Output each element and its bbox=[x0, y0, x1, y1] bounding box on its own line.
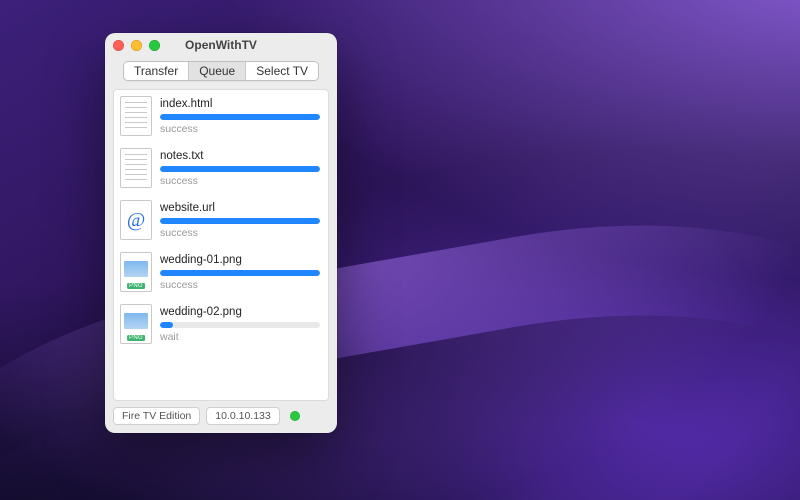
minimize-icon[interactable] bbox=[131, 40, 142, 51]
queue-item[interactable]: PNG wedding-02.png wait bbox=[114, 298, 328, 350]
progress-bar bbox=[160, 218, 320, 224]
queue-list[interactable]: index.html success notes.txt success @ websit… bbox=[114, 90, 328, 400]
progress-bar bbox=[160, 114, 320, 120]
progress-bar bbox=[160, 270, 320, 276]
file-thumbnail-icon bbox=[120, 148, 152, 188]
status-bar: Fire TV Edition 10.0.10.133 bbox=[105, 401, 337, 433]
connection-status-icon bbox=[290, 411, 300, 421]
file-thumbnail-icon: PNG bbox=[120, 304, 152, 344]
file-name: wedding-01.png bbox=[160, 254, 320, 266]
tab-queue[interactable]: Queue bbox=[189, 62, 246, 80]
edition-badge: Fire TV Edition bbox=[113, 407, 200, 425]
transfer-status: wait bbox=[160, 331, 320, 343]
window-title: OpenWithTV bbox=[185, 38, 257, 52]
file-thumbnail-icon: @ bbox=[120, 200, 152, 240]
window-titlebar[interactable]: OpenWithTV bbox=[105, 33, 337, 57]
queue-item[interactable]: index.html success bbox=[114, 90, 328, 142]
tab-bar: Transfer Queue Select TV bbox=[105, 57, 337, 89]
file-thumbnail-icon: PNG bbox=[120, 252, 152, 292]
queue-item[interactable]: notes.txt success bbox=[114, 142, 328, 194]
transfer-status: success bbox=[160, 175, 320, 187]
progress-bar bbox=[160, 322, 320, 328]
file-name: index.html bbox=[160, 98, 320, 110]
zoom-icon[interactable] bbox=[149, 40, 160, 51]
desktop-wallpaper: OpenWithTV Transfer Queue Select TV inde… bbox=[0, 0, 800, 500]
file-thumbnail-icon bbox=[120, 96, 152, 136]
tab-transfer[interactable]: Transfer bbox=[124, 62, 189, 80]
transfer-status: success bbox=[160, 123, 320, 135]
transfer-status: success bbox=[160, 227, 320, 239]
app-window: OpenWithTV Transfer Queue Select TV inde… bbox=[105, 33, 337, 433]
file-name: website.url bbox=[160, 202, 320, 214]
tab-select-tv[interactable]: Select TV bbox=[246, 62, 318, 80]
queue-panel: index.html success notes.txt success @ websit… bbox=[113, 89, 329, 401]
file-name: notes.txt bbox=[160, 150, 320, 162]
close-icon[interactable] bbox=[113, 40, 124, 51]
transfer-status: success bbox=[160, 279, 320, 291]
device-ip: 10.0.10.133 bbox=[206, 407, 279, 425]
queue-item[interactable]: PNG wedding-01.png success bbox=[114, 246, 328, 298]
progress-bar bbox=[160, 166, 320, 172]
file-name: wedding-02.png bbox=[160, 306, 320, 318]
queue-item[interactable]: @ website.url success bbox=[114, 194, 328, 246]
